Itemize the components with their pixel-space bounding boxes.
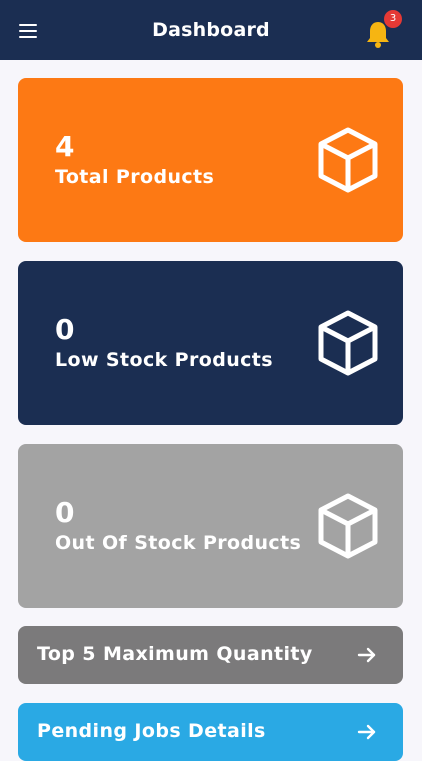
app-header: Dashboard 3 [0,0,422,60]
pending-jobs-details-label: Pending Jobs Details [37,720,266,742]
arrow-right-icon [357,724,376,740]
out-of-stock-label: Out Of Stock Products [55,532,302,554]
card-out-of-stock-products[interactable]: 0 Out Of Stock Products [18,444,403,608]
card-low-stock-products[interactable]: 0 Low Stock Products [18,261,403,425]
top-5-maximum-quantity-button[interactable]: Top 5 Maximum Quantity [18,626,403,684]
card-total-products[interactable]: 4 Total Products [18,78,403,242]
cube-icon [318,310,378,376]
cube-icon [318,127,378,193]
out-of-stock-count: 0 [55,496,75,529]
low-stock-label: Low Stock Products [55,349,273,371]
total-products-count: 4 [55,130,75,163]
arrow-right-icon [357,647,376,663]
total-products-label: Total Products [55,166,215,188]
low-stock-count: 0 [55,313,75,346]
top-5-maximum-quantity-label: Top 5 Maximum Quantity [37,643,313,665]
notification-badge: 3 [384,10,402,28]
page-title: Dashboard [152,19,270,41]
cube-icon [318,493,378,559]
pending-jobs-details-button[interactable]: Pending Jobs Details [18,703,403,761]
